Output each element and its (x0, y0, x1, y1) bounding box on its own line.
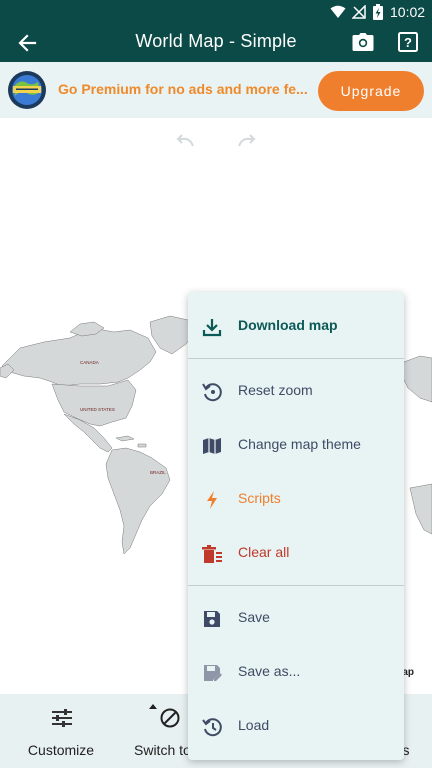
app-logo-icon (8, 71, 46, 109)
menu-divider (188, 585, 404, 586)
block-icon (160, 708, 180, 728)
overflow-menu: Download map Reset zoom Change map theme… (188, 292, 404, 760)
menu-label-save-as: Save as... (238, 663, 301, 679)
map-label-canada: CANADA (80, 360, 99, 365)
menu-label-download-map: Download map (238, 317, 338, 333)
download-icon (202, 319, 222, 337)
battery-charging-icon (373, 4, 383, 20)
help-icon[interactable]: ? (398, 32, 418, 52)
menu-label-save: Save (238, 609, 270, 625)
menu-label-load: Load (238, 717, 270, 733)
app-bar: World Map - Simple ? (0, 24, 432, 62)
menu-label-clear-all: Clear all (238, 544, 290, 560)
tune-icon (52, 709, 72, 727)
reset-zoom-icon (202, 383, 222, 402)
menu-item-reset-zoom[interactable]: Reset zoom (188, 365, 404, 419)
expand-less-icon (149, 704, 157, 709)
customize-label: Customize (27, 742, 95, 758)
undo-icon[interactable] (174, 134, 196, 148)
menu-item-save-as[interactable]: Save as... (188, 646, 404, 700)
menu-label-scripts: Scripts (238, 490, 281, 506)
save-icon (204, 611, 220, 627)
menu-item-change-map-theme[interactable]: Change map theme (188, 419, 404, 473)
menu-label-reset-zoom: Reset zoom (238, 382, 313, 398)
premium-promo-text[interactable]: Go Premium for no ads and more fe... (58, 81, 308, 97)
menu-divider (188, 358, 404, 359)
menu-item-scripts[interactable]: Scripts (188, 473, 404, 527)
wifi-icon (330, 5, 346, 18)
menu-item-load[interactable]: Load (188, 700, 404, 754)
map-label-brazil: BRAZIL (150, 470, 166, 475)
upgrade-button[interactable]: Upgrade (318, 71, 424, 111)
map-label-united-states: UNITED STATES (80, 407, 115, 412)
save-as-icon (204, 665, 222, 681)
menu-item-save[interactable]: Save (188, 592, 404, 646)
no-signal-icon (352, 5, 366, 19)
bolt-icon (207, 491, 217, 509)
redo-icon[interactable] (236, 134, 258, 148)
status-time: 10:02 (390, 4, 426, 20)
camera-icon[interactable] (352, 32, 374, 52)
premium-banner: Go Premium for no ads and more fe... Upg… (0, 62, 432, 118)
menu-item-clear-all[interactable]: Clear all (188, 527, 404, 581)
customize-button[interactable]: Customize (16, 694, 106, 768)
menu-item-download-map[interactable]: Download map (188, 300, 404, 354)
status-bar: 10:02 (0, 0, 432, 24)
map-icon (203, 438, 221, 454)
clear-all-icon (202, 545, 222, 563)
menu-label-change-map-theme: Change map theme (238, 436, 361, 452)
history-icon (202, 718, 222, 737)
svg-text:?: ? (404, 35, 412, 50)
